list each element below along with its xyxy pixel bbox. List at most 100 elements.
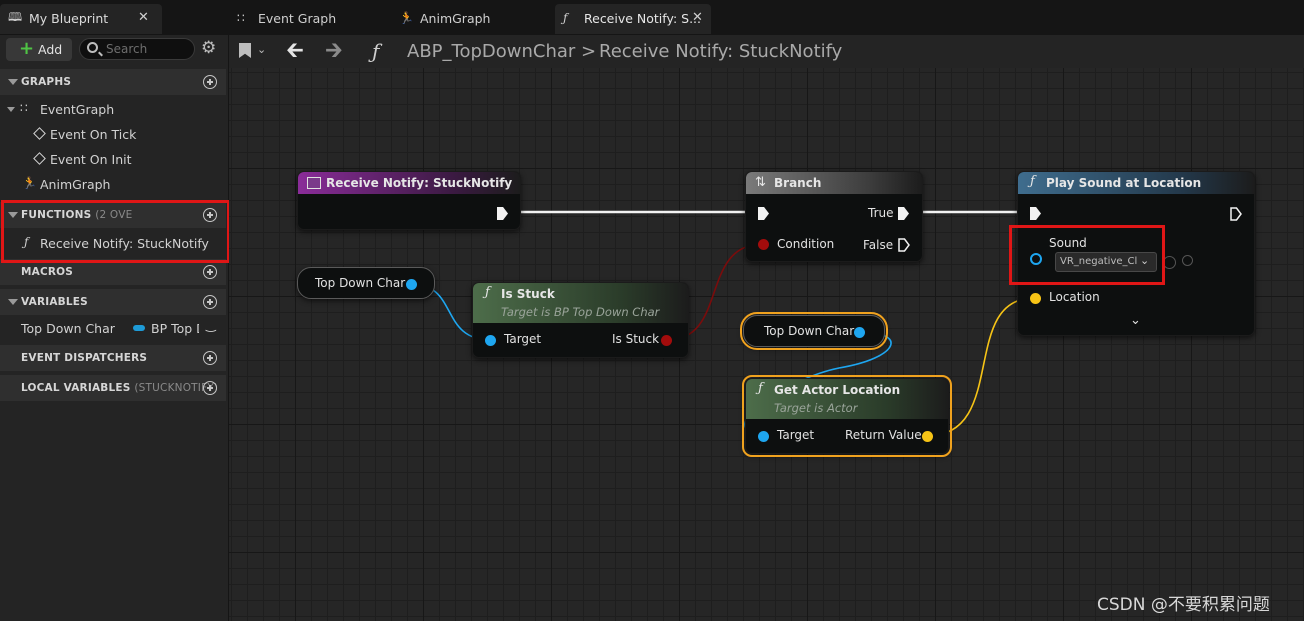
add-function-icon[interactable] xyxy=(203,208,217,222)
function-icon: ƒ xyxy=(485,285,490,300)
add-button[interactable]: + Add xyxy=(6,38,72,61)
exec-out-pin[interactable] xyxy=(497,207,508,220)
left-tab-bar: 🕮 My Blueprint ✕ xyxy=(0,0,228,35)
condition-pin[interactable] xyxy=(758,239,769,250)
tree-item-label: Event On Tick xyxy=(50,127,137,142)
graph-canvas[interactable]: Receive Notify: StuckNotify ⇅ Branch Tru… xyxy=(229,68,1304,621)
breadcrumb-root[interactable]: ABP_TopDownChar xyxy=(407,41,575,62)
target-pin[interactable] xyxy=(485,335,496,346)
variable-label: Top Down Char xyxy=(315,276,406,290)
false-label: False xyxy=(863,238,894,252)
exec-out-pin[interactable] xyxy=(1230,207,1242,221)
tree-item-eventgraph[interactable]: ∷ EventGraph xyxy=(0,97,226,121)
collapse-arrow-icon[interactable] xyxy=(8,79,18,85)
function-icon: ƒ xyxy=(1030,174,1035,189)
sound-asset-value: VR_negative_Cl xyxy=(1060,256,1138,267)
sound-pin[interactable] xyxy=(1030,253,1042,265)
section-variables-label: VARIABLES xyxy=(21,296,88,308)
gear-icon[interactable]: ⚙ xyxy=(201,39,219,57)
target-label: Target xyxy=(504,332,542,346)
target-pin[interactable] xyxy=(758,431,769,442)
output-label: Return Value xyxy=(845,428,922,442)
close-icon[interactable]: ✕ xyxy=(138,10,149,25)
function-icon: ƒ xyxy=(24,235,29,249)
event-graph-icon: ∷ xyxy=(237,11,245,25)
function-icon: ƒ xyxy=(563,11,568,25)
variable-name: Top Down Char xyxy=(21,321,115,336)
event-icon xyxy=(33,152,46,165)
tree-item-label: EventGraph xyxy=(40,102,115,117)
visibility-icon[interactable]: ‿ xyxy=(206,319,219,332)
section-graphs[interactable]: GRAPHS xyxy=(0,69,226,95)
add-graph-icon[interactable] xyxy=(203,75,217,89)
bookmark-icon[interactable] xyxy=(239,43,251,58)
document-tab-bar: ∷ Event Graph 🏃 AnimGraph ƒ Receive Noti… xyxy=(229,0,1304,35)
tree-item-event-on-tick[interactable]: Event On Tick xyxy=(0,122,226,146)
variable-item-top-down-char[interactable]: Top Down Char BP Top D ‿ xyxy=(0,316,226,340)
expand-arrow-icon[interactable] xyxy=(7,107,15,112)
my-blueprint-tab[interactable]: 🕮 My Blueprint ✕ xyxy=(0,4,162,34)
use-selected-icon[interactable] xyxy=(1163,256,1176,269)
add-macro-icon[interactable] xyxy=(203,265,217,279)
location-pin[interactable] xyxy=(1030,293,1041,304)
object-out-pin[interactable] xyxy=(406,279,417,290)
add-dispatcher-icon[interactable] xyxy=(203,351,217,365)
tab-animgraph[interactable]: 🏃 AnimGraph xyxy=(391,4,551,34)
add-variable-icon[interactable] xyxy=(203,295,217,309)
sound-asset-dropdown[interactable]: VR_negative_Cl ⌄ xyxy=(1055,252,1157,272)
node-subtitle: Target is Actor xyxy=(774,401,858,415)
exec-true-pin[interactable] xyxy=(898,207,909,220)
section-local-variables[interactable]: LOCAL VARIABLES (STUCKNOTIFY) xyxy=(0,375,226,401)
left-toolbar: + Add ⚙ xyxy=(0,35,228,65)
node-subtitle: Target is BP Top Down Char xyxy=(501,305,660,319)
tab-receive-notify[interactable]: ƒ Receive Notify: S... ✕ xyxy=(555,4,711,34)
collapse-arrow-icon[interactable] xyxy=(8,212,18,218)
search-box[interactable] xyxy=(79,38,195,60)
tree-item-label: Event On Init xyxy=(50,152,132,167)
search-input[interactable] xyxy=(106,41,192,57)
tree-item-event-on-init[interactable]: Event On Init xyxy=(0,147,226,171)
plus-icon: + xyxy=(19,38,35,59)
exec-in-pin[interactable] xyxy=(1030,207,1041,220)
close-icon[interactable]: ✕ xyxy=(692,10,703,25)
tree-item-label: AnimGraph xyxy=(40,177,111,192)
tree-item-animgraph[interactable]: 🏃 AnimGraph xyxy=(0,172,226,196)
tab-event-graph[interactable]: ∷ Event Graph xyxy=(229,4,389,34)
chevron-down-icon: ⌄ xyxy=(1140,254,1150,267)
expand-chevron-icon[interactable]: ⌄ xyxy=(1130,313,1141,328)
section-macros[interactable]: MACROS xyxy=(0,259,226,285)
section-functions-label: FUNCTIONS (2 OVE xyxy=(21,209,133,221)
section-local-variables-label: LOCAL VARIABLES (STUCKNOTIFY) xyxy=(21,382,219,394)
function-item-label: Receive Notify: StuckNotify xyxy=(40,236,209,251)
anim-graph-icon: 🏃 xyxy=(399,11,414,25)
add-local-variable-icon[interactable] xyxy=(203,381,217,395)
section-macros-label: MACROS xyxy=(21,266,74,278)
variable-type: BP Top D xyxy=(151,321,199,336)
node-receive-notify[interactable]: Receive Notify: StuckNotify xyxy=(297,171,521,230)
section-variables[interactable]: VARIABLES xyxy=(0,289,226,315)
exec-false-pin[interactable] xyxy=(898,238,910,252)
breadcrumb-separator: > xyxy=(581,41,597,62)
vector-out-pin[interactable] xyxy=(922,431,933,442)
tab-label: AnimGraph xyxy=(420,11,491,26)
node-branch[interactable]: ⇅ Branch True Condition False xyxy=(745,171,923,262)
true-label: True xyxy=(868,206,894,220)
node-get-actor-location[interactable]: ƒ Get Actor Location Target is Actor Tar… xyxy=(742,375,952,457)
forward-arrow-icon[interactable]: 🡲 xyxy=(325,38,343,64)
function-item-receive-notify[interactable]: ƒ Receive Notify: StuckNotify xyxy=(0,231,226,255)
node-is-stuck[interactable]: ƒ Is Stuck Target is BP Top Down Char Ta… xyxy=(472,282,689,358)
node-top-down-char-getter-selected[interactable]: Top Down Char xyxy=(740,312,888,350)
bool-out-pin[interactable] xyxy=(661,335,672,346)
event-graph-icon: ∷ xyxy=(20,101,28,115)
node-header: ƒ Is Stuck Target is BP Top Down Char xyxy=(473,283,688,323)
node-top-down-char-getter[interactable]: Top Down Char xyxy=(297,267,435,299)
collapse-arrow-icon[interactable] xyxy=(8,299,18,305)
exec-in-pin[interactable] xyxy=(758,207,769,220)
object-out-pin[interactable] xyxy=(854,327,865,338)
back-arrow-icon[interactable]: 🡰 xyxy=(286,38,304,64)
browse-search-icon[interactable] xyxy=(1182,255,1193,266)
chevron-down-icon[interactable]: ⌄ xyxy=(257,43,266,56)
section-event-dispatchers[interactable]: EVENT DISPATCHERS xyxy=(0,345,226,371)
section-functions[interactable]: FUNCTIONS (2 OVE xyxy=(0,202,226,228)
node-title: Branch xyxy=(774,176,822,190)
